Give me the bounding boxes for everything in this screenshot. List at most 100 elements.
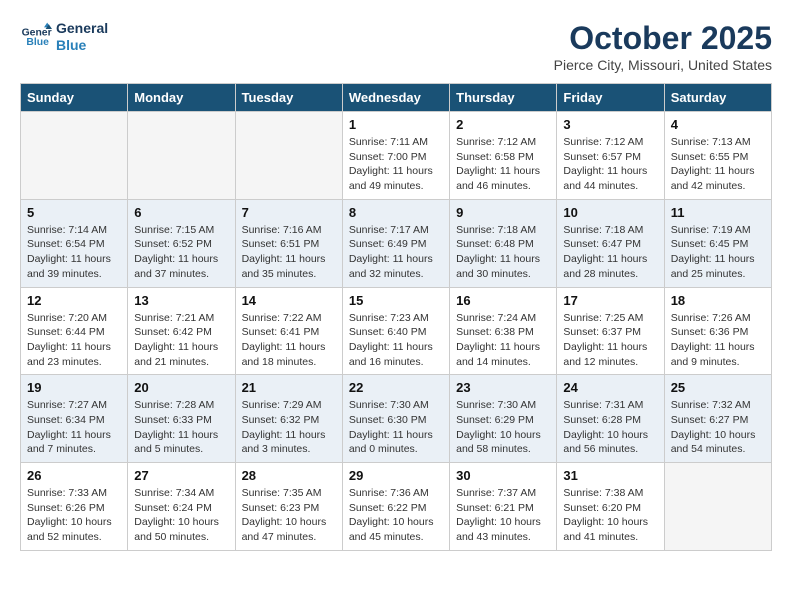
- day-info: Sunrise: 7:18 AMSunset: 6:48 PMDaylight:…: [456, 223, 550, 282]
- day-info: Sunrise: 7:35 AMSunset: 6:23 PMDaylight:…: [242, 486, 336, 545]
- day-info: Sunrise: 7:30 AMSunset: 6:29 PMDaylight:…: [456, 398, 550, 457]
- day-number: 6: [134, 205, 228, 220]
- day-number: 3: [563, 117, 657, 132]
- day-info: Sunrise: 7:11 AMSunset: 7:00 PMDaylight:…: [349, 135, 443, 194]
- day-info: Sunrise: 7:30 AMSunset: 6:30 PMDaylight:…: [349, 398, 443, 457]
- calendar-cell: 30 Sunrise: 7:37 AMSunset: 6:21 PMDayligh…: [450, 463, 557, 551]
- calendar-cell: 8 Sunrise: 7:17 AMSunset: 6:49 PMDaylight…: [342, 199, 449, 287]
- calendar-cell: 11 Sunrise: 7:19 AMSunset: 6:45 PMDayligh…: [664, 199, 771, 287]
- calendar-cell: 7Sunrise: 7:16 AMSunset: 6:51 PMDaylight…: [235, 199, 342, 287]
- svg-text:Blue: Blue: [26, 37, 49, 48]
- calendar-cell: 19 Sunrise: 7:27 AMSunset: 6:34 PMDayligh…: [21, 375, 128, 463]
- day-number: 24: [563, 380, 657, 395]
- day-info: Sunrise: 7:34 AMSunset: 6:24 PMDaylight:…: [134, 486, 228, 545]
- logo-text-line2: Blue: [56, 37, 108, 54]
- day-info: Sunrise: 7:12 AMSunset: 6:57 PMDaylight:…: [563, 135, 657, 194]
- day-number: 16: [456, 293, 550, 308]
- header-row: SundayMondayTuesdayWednesdayThursdayFrid…: [21, 84, 772, 112]
- day-number: 5: [27, 205, 121, 220]
- day-info: Sunrise: 7:15 AMSunset: 6:52 PMDaylight:…: [134, 223, 228, 282]
- day-info: Sunrise: 7:24 AMSunset: 6:38 PMDaylight:…: [456, 311, 550, 370]
- day-number: 12: [27, 293, 121, 308]
- day-info: Sunrise: 7:17 AMSunset: 6:49 PMDaylight:…: [349, 223, 443, 282]
- day-number: 19: [27, 380, 121, 395]
- day-number: 30: [456, 468, 550, 483]
- day-info: Sunrise: 7:19 AMSunset: 6:45 PMDaylight:…: [671, 223, 765, 282]
- day-number: 7: [242, 205, 336, 220]
- calendar-cell: 20 Sunrise: 7:28 AMSunset: 6:33 PMDayligh…: [128, 375, 235, 463]
- day-number: 18: [671, 293, 765, 308]
- day-info: Sunrise: 7:33 AMSunset: 6:26 PMDaylight:…: [27, 486, 121, 545]
- day-info: Sunrise: 7:26 AMSunset: 6:36 PMDaylight:…: [671, 311, 765, 370]
- day-info: Sunrise: 7:27 AMSunset: 6:34 PMDaylight:…: [27, 398, 121, 457]
- calendar-cell: 3 Sunrise: 7:12 AMSunset: 6:57 PMDaylight…: [557, 112, 664, 200]
- day-info: Sunrise: 7:22 AMSunset: 6:41 PMDaylight:…: [242, 311, 336, 370]
- col-header-monday: Monday: [128, 84, 235, 112]
- calendar-cell: 23Sunrise: 7:30 AMSunset: 6:29 PMDayligh…: [450, 375, 557, 463]
- calendar-cell: 4Sunrise: 7:13 AMSunset: 6:55 PMDaylight…: [664, 112, 771, 200]
- week-row-4: 19 Sunrise: 7:27 AMSunset: 6:34 PMDayligh…: [21, 375, 772, 463]
- day-number: 20: [134, 380, 228, 395]
- day-number: 10: [563, 205, 657, 220]
- calendar-cell: [21, 112, 128, 200]
- day-number: 26: [27, 468, 121, 483]
- day-number: 17: [563, 293, 657, 308]
- col-header-tuesday: Tuesday: [235, 84, 342, 112]
- logo-text-line1: General: [56, 20, 108, 37]
- day-info: Sunrise: 7:14 AMSunset: 6:54 PMDaylight:…: [27, 223, 121, 282]
- week-row-1: 1Sunrise: 7:11 AMSunset: 7:00 PMDaylight…: [21, 112, 772, 200]
- day-info: Sunrise: 7:21 AMSunset: 6:42 PMDaylight:…: [134, 311, 228, 370]
- day-number: 27: [134, 468, 228, 483]
- calendar-cell: 16 Sunrise: 7:24 AMSunset: 6:38 PMDayligh…: [450, 287, 557, 375]
- calendar-cell: 2Sunrise: 7:12 AMSunset: 6:58 PMDaylight…: [450, 112, 557, 200]
- col-header-sunday: Sunday: [21, 84, 128, 112]
- calendar-cell: 1Sunrise: 7:11 AMSunset: 7:00 PMDaylight…: [342, 112, 449, 200]
- day-number: 13: [134, 293, 228, 308]
- logo-icon: General Blue: [20, 21, 52, 53]
- day-number: 11: [671, 205, 765, 220]
- day-number: 8: [349, 205, 443, 220]
- day-info: Sunrise: 7:18 AMSunset: 6:47 PMDaylight:…: [563, 223, 657, 282]
- col-header-thursday: Thursday: [450, 84, 557, 112]
- calendar-cell: 24 Sunrise: 7:31 AMSunset: 6:28 PMDayligh…: [557, 375, 664, 463]
- calendar-cell: 18 Sunrise: 7:26 AMSunset: 6:36 PMDayligh…: [664, 287, 771, 375]
- calendar-cell: 28Sunrise: 7:35 AMSunset: 6:23 PMDayligh…: [235, 463, 342, 551]
- day-number: 14: [242, 293, 336, 308]
- day-info: Sunrise: 7:28 AMSunset: 6:33 PMDaylight:…: [134, 398, 228, 457]
- calendar-cell: 31Sunrise: 7:38 AMSunset: 6:20 PMDayligh…: [557, 463, 664, 551]
- day-number: 31: [563, 468, 657, 483]
- day-info: Sunrise: 7:37 AMSunset: 6:21 PMDaylight:…: [456, 486, 550, 545]
- calendar-cell: 21Sunrise: 7:29 AMSunset: 6:32 PMDayligh…: [235, 375, 342, 463]
- calendar-cell: [128, 112, 235, 200]
- calendar-cell: 5 Sunrise: 7:14 AMSunset: 6:54 PMDaylight…: [21, 199, 128, 287]
- day-info: Sunrise: 7:13 AMSunset: 6:55 PMDaylight:…: [671, 135, 765, 194]
- calendar-cell: 9 Sunrise: 7:18 AMSunset: 6:48 PMDaylight…: [450, 199, 557, 287]
- day-info: Sunrise: 7:23 AMSunset: 6:40 PMDaylight:…: [349, 311, 443, 370]
- day-info: Sunrise: 7:25 AMSunset: 6:37 PMDaylight:…: [563, 311, 657, 370]
- calendar-cell: [664, 463, 771, 551]
- calendar-cell: 15Sunrise: 7:23 AMSunset: 6:40 PMDayligh…: [342, 287, 449, 375]
- week-row-3: 12Sunrise: 7:20 AMSunset: 6:44 PMDayligh…: [21, 287, 772, 375]
- day-info: Sunrise: 7:31 AMSunset: 6:28 PMDaylight:…: [563, 398, 657, 457]
- calendar-cell: 10 Sunrise: 7:18 AMSunset: 6:47 PMDayligh…: [557, 199, 664, 287]
- col-header-saturday: Saturday: [664, 84, 771, 112]
- calendar-cell: 13 Sunrise: 7:21 AMSunset: 6:42 PMDayligh…: [128, 287, 235, 375]
- day-number: 29: [349, 468, 443, 483]
- calendar-cell: 29Sunrise: 7:36 AMSunset: 6:22 PMDayligh…: [342, 463, 449, 551]
- title-area: October 2025 Pierce City, Missouri, Unit…: [554, 20, 772, 73]
- calendar-cell: 26 Sunrise: 7:33 AMSunset: 6:26 PMDayligh…: [21, 463, 128, 551]
- calendar-table: SundayMondayTuesdayWednesdayThursdayFrid…: [20, 83, 772, 551]
- day-number: 22: [349, 380, 443, 395]
- col-header-friday: Friday: [557, 84, 664, 112]
- day-info: Sunrise: 7:32 AMSunset: 6:27 PMDaylight:…: [671, 398, 765, 457]
- day-number: 25: [671, 380, 765, 395]
- col-header-wednesday: Wednesday: [342, 84, 449, 112]
- calendar-cell: 12Sunrise: 7:20 AMSunset: 6:44 PMDayligh…: [21, 287, 128, 375]
- week-row-5: 26 Sunrise: 7:33 AMSunset: 6:26 PMDayligh…: [21, 463, 772, 551]
- calendar-cell: 25 Sunrise: 7:32 AMSunset: 6:27 PMDayligh…: [664, 375, 771, 463]
- logo: General Blue General Blue: [20, 20, 108, 54]
- calendar-cell: 14 Sunrise: 7:22 AMSunset: 6:41 PMDayligh…: [235, 287, 342, 375]
- day-info: Sunrise: 7:29 AMSunset: 6:32 PMDaylight:…: [242, 398, 336, 457]
- day-number: 9: [456, 205, 550, 220]
- calendar-cell: 22 Sunrise: 7:30 AMSunset: 6:30 PMDayligh…: [342, 375, 449, 463]
